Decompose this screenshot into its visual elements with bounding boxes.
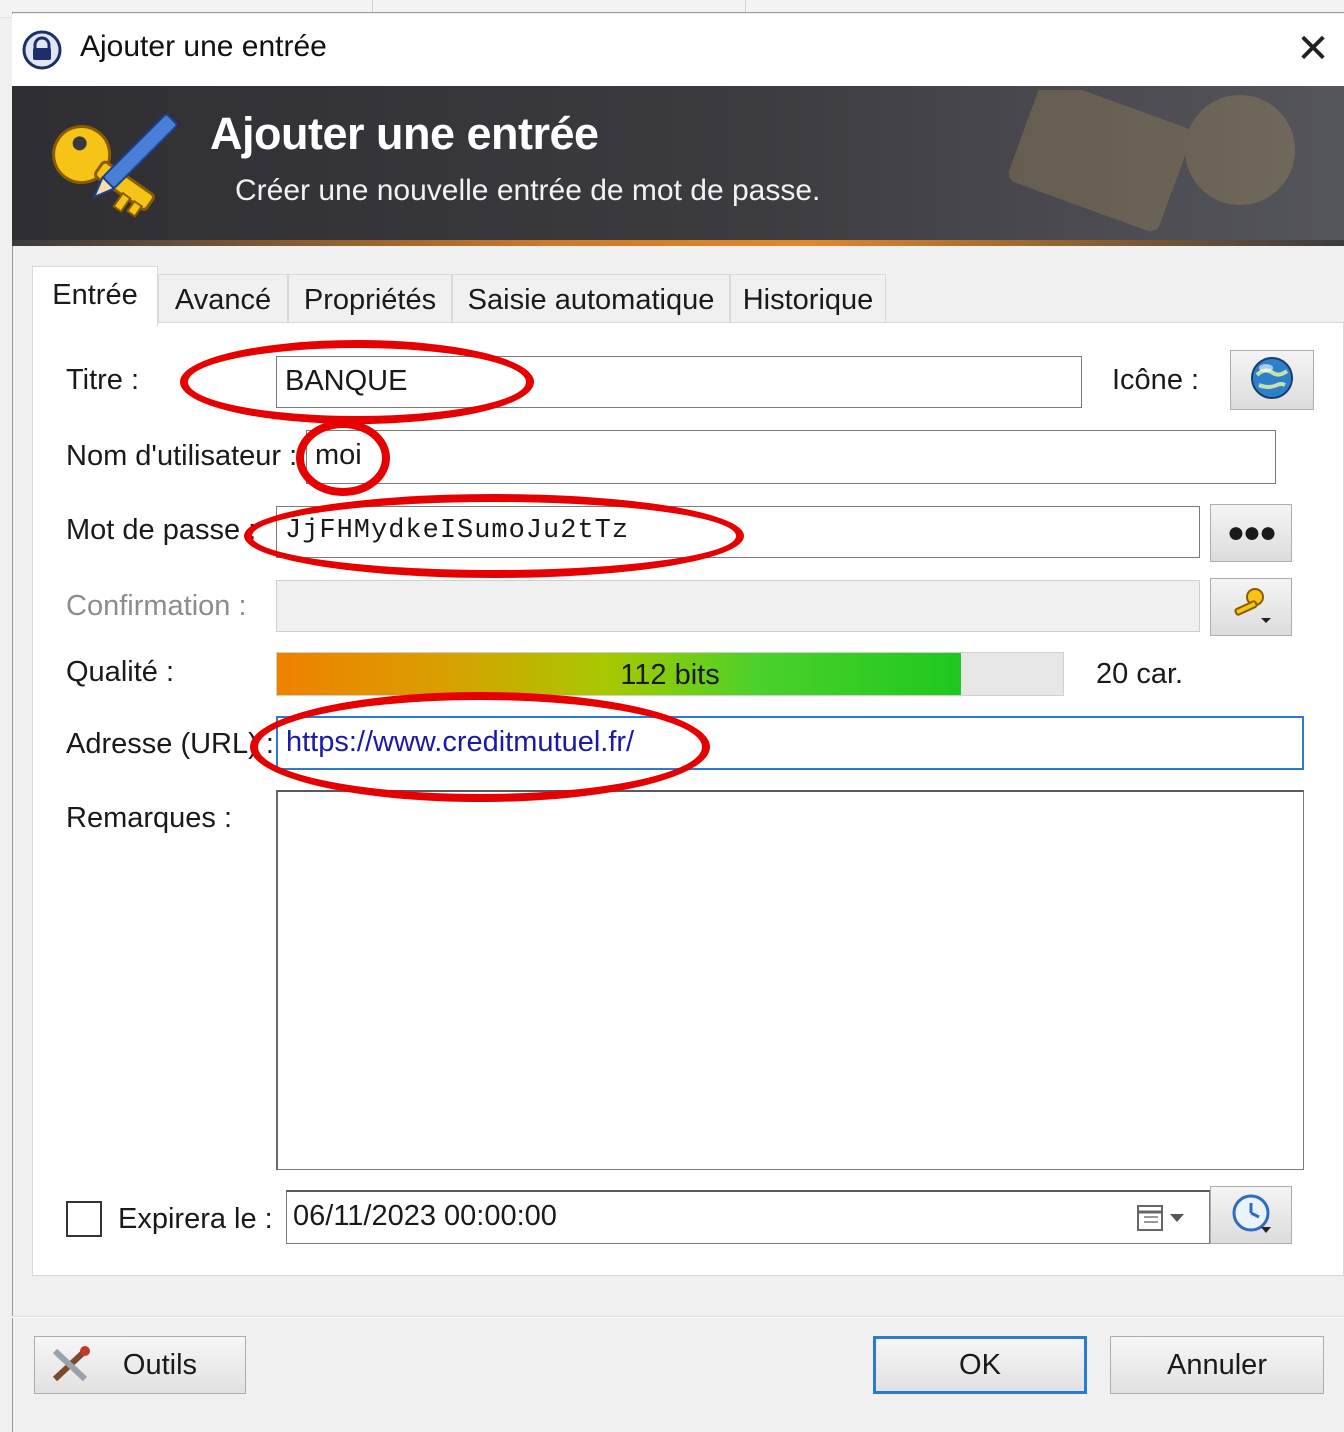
expire-checkbox[interactable] [66, 1201, 102, 1237]
dots-icon: ●●● [1226, 516, 1277, 549]
username-field[interactable]: moi [306, 430, 1276, 484]
generate-password-button[interactable] [1210, 578, 1292, 636]
banner-title: Ajouter une entrée [210, 108, 599, 159]
calendar-dropdown-icon[interactable] [1134, 1200, 1194, 1236]
clock-icon [1229, 1191, 1273, 1240]
expire-presets-button[interactable] [1210, 1186, 1292, 1244]
tab-avance[interactable]: Avancé [158, 274, 288, 324]
url-field[interactable]: https://www.creditmutuel.fr/ [276, 716, 1304, 770]
confirm-label: Confirmation : [66, 590, 247, 622]
ok-button[interactable]: OK [873, 1336, 1087, 1394]
confirm-field[interactable] [276, 580, 1200, 632]
tab-historique[interactable]: Historique [730, 274, 886, 324]
quality-label: Qualité : [66, 656, 174, 688]
show-password-button[interactable]: ●●● [1210, 504, 1292, 562]
bottom-separator [12, 1316, 1344, 1318]
lock-icon [22, 30, 62, 70]
banner-subtitle: Créer une nouvelle entrée de mot de pass… [235, 174, 821, 207]
notes-textarea[interactable] [276, 790, 1304, 1170]
banner-accent-line [12, 240, 1344, 246]
tools-button[interactable]: Outils [34, 1336, 246, 1394]
title-label: Titre : [66, 364, 140, 396]
expire-label: Expirera le : [118, 1203, 273, 1235]
expire-date-field[interactable]: 06/11/2023 00:00:00 [286, 1190, 1210, 1244]
password-field[interactable]: JjFHMydkeISumoJu2tTz [276, 506, 1200, 558]
window-title: Ajouter une entrée [80, 30, 327, 63]
cancel-button[interactable]: Annuler [1110, 1336, 1324, 1394]
tab-entree[interactable]: Entrée [32, 266, 158, 326]
char-count: 20 car. [1096, 658, 1184, 690]
notes-label: Remarques : [66, 802, 233, 834]
quality-text: 112 bits [620, 659, 720, 691]
title-field[interactable]: BANQUE [276, 356, 1082, 408]
tools-icon [49, 1345, 93, 1404]
close-icon[interactable]: ✕ [1290, 26, 1336, 72]
key-generator-icon [1229, 585, 1273, 630]
icon-picker-button[interactable] [1230, 350, 1314, 410]
quality-bar: 112 bits [276, 652, 1064, 696]
globe-icon [1249, 355, 1295, 406]
password-label: Mot de passe : [66, 514, 257, 546]
username-label: Nom d'utilisateur : [66, 440, 298, 472]
tools-label: Outils [122, 1349, 198, 1381]
icon-label: Icône : [1112, 364, 1200, 396]
tab-saisie-automatique[interactable]: Saisie automatique [452, 274, 730, 324]
key-pencil-icon [38, 96, 178, 236]
key-watermark-icon [960, 78, 1340, 245]
url-label: Adresse (URL) : [66, 728, 274, 760]
tab-proprietes[interactable]: Propriétés [288, 274, 452, 324]
